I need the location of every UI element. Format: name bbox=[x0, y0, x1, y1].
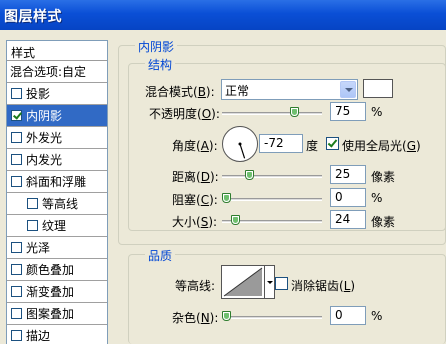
sidebar-item-label: 描边 bbox=[26, 329, 51, 343]
sidebar-item[interactable]: 颜色叠加 bbox=[7, 259, 107, 281]
noise-input[interactable]: 0 bbox=[330, 306, 366, 325]
angle-unit: 度 bbox=[306, 139, 319, 153]
styles-sidebar: 样式 混合选项:自定 投影内阴影外发光内发光斜面和浮雕等高线纹理光泽颜色叠加渐变… bbox=[6, 40, 108, 344]
quality-legend: 品质 bbox=[145, 247, 176, 264]
sidebar-item-checkbox[interactable] bbox=[11, 88, 22, 99]
choke-slider-thumb[interactable] bbox=[222, 193, 231, 203]
window-title: 图层样式 bbox=[0, 0, 446, 30]
shadow-color-swatch[interactable] bbox=[363, 79, 393, 98]
sidebar-item-checkbox[interactable] bbox=[11, 286, 22, 297]
sidebar-item-label: 混合选项:自定 bbox=[10, 65, 87, 79]
size-label: 大小(S): bbox=[172, 215, 218, 229]
opacity-input[interactable]: 75 bbox=[330, 102, 366, 121]
use-global-light-label: 使用全局光(G) bbox=[342, 139, 421, 153]
contour-picker[interactable] bbox=[221, 265, 265, 299]
angle-dial[interactable] bbox=[222, 126, 258, 162]
sidebar-item-checkbox[interactable] bbox=[27, 220, 38, 231]
distance-input[interactable]: 25 bbox=[330, 165, 366, 184]
opacity-slider[interactable] bbox=[222, 107, 322, 117]
sidebar-item-label: 投影 bbox=[26, 87, 51, 101]
use-global-light-checkbox[interactable] bbox=[326, 137, 339, 150]
distance-unit: 像素 bbox=[371, 170, 396, 184]
chevron-down-icon[interactable] bbox=[340, 81, 356, 98]
distance-slider[interactable] bbox=[222, 170, 322, 180]
sidebar-item-label: 纹理 bbox=[42, 219, 67, 233]
choke-input[interactable]: 0 bbox=[330, 188, 366, 207]
sidebar-item-checkbox[interactable] bbox=[11, 330, 22, 341]
noise-slider[interactable] bbox=[222, 311, 322, 321]
sidebar-item[interactable]: 投影 bbox=[7, 83, 107, 105]
noise-slider-thumb[interactable] bbox=[222, 311, 231, 321]
inner-shadow-title: 内阴影 bbox=[135, 38, 178, 55]
contour-dropdown-arrow[interactable] bbox=[265, 265, 275, 299]
sidebar-item-checkbox[interactable] bbox=[27, 198, 38, 209]
sidebar-item-label: 图案叠加 bbox=[26, 307, 75, 321]
size-unit: 像素 bbox=[371, 215, 396, 229]
angle-dial-graphic bbox=[238, 142, 246, 159]
angle-input[interactable]: -72 bbox=[259, 134, 303, 153]
sidebar-item-label: 颜色叠加 bbox=[26, 263, 75, 277]
size-input[interactable]: 24 bbox=[330, 210, 366, 229]
blend-mode-label: 混合模式(B): bbox=[145, 85, 215, 99]
sidebar-item[interactable]: 光泽 bbox=[7, 237, 107, 259]
blend-mode-select[interactable]: 正常 bbox=[221, 79, 358, 100]
size-slider[interactable] bbox=[222, 215, 322, 225]
sidebar-item-checkbox[interactable] bbox=[11, 110, 22, 121]
sidebar-item[interactable]: 描边 bbox=[7, 325, 107, 344]
sidebar-item[interactable]: 渐变叠加 bbox=[7, 281, 107, 303]
sidebar-item-checkbox[interactable] bbox=[11, 176, 22, 187]
choke-slider[interactable] bbox=[222, 193, 322, 203]
choke-unit: % bbox=[371, 191, 383, 205]
distance-slider-thumb[interactable] bbox=[245, 170, 254, 180]
contour-curve-icon bbox=[223, 267, 263, 297]
sidebar-item[interactable]: 纹理 bbox=[7, 215, 107, 237]
sidebar-item-label: 内阴影 bbox=[26, 109, 63, 123]
opacity-unit: % bbox=[371, 105, 383, 119]
sidebar-item-label: 内发光 bbox=[26, 153, 63, 167]
quality-group bbox=[128, 254, 446, 344]
sidebar-item[interactable]: 图案叠加 bbox=[7, 303, 107, 325]
sidebar-item-blend-options[interactable]: 混合选项:自定 bbox=[7, 61, 107, 83]
noise-unit: % bbox=[371, 309, 383, 323]
sidebar-item-label: 斜面和浮雕 bbox=[26, 175, 87, 189]
blend-mode-value: 正常 bbox=[225, 84, 250, 98]
antialias-checkbox[interactable] bbox=[275, 277, 288, 290]
contour-label: 等高线: bbox=[175, 279, 216, 293]
sidebar-item-checkbox[interactable] bbox=[11, 154, 22, 165]
sidebar-item[interactable]: 斜面和浮雕 bbox=[7, 171, 107, 193]
sidebar-item[interactable]: 外发光 bbox=[7, 127, 107, 149]
sidebar-item[interactable]: 内发光 bbox=[7, 149, 107, 171]
styles-header: 样式 bbox=[7, 41, 107, 61]
noise-label: 杂色(N): bbox=[172, 311, 219, 325]
structure-legend: 结构 bbox=[145, 56, 176, 73]
sidebar-item-checkbox[interactable] bbox=[11, 308, 22, 319]
sidebar-item-checkbox[interactable] bbox=[11, 264, 22, 275]
opacity-label: 不透明度(O): bbox=[149, 107, 220, 121]
antialias-label: 消除锯齿(L) bbox=[291, 279, 356, 293]
sidebar-item-label: 等高线 bbox=[42, 197, 79, 211]
sidebar-item-checkbox[interactable] bbox=[11, 242, 22, 253]
sidebar-item-checkbox[interactable] bbox=[11, 132, 22, 143]
sidebar-item-label: 光泽 bbox=[26, 241, 51, 255]
sidebar-item[interactable]: 内阴影 bbox=[7, 105, 107, 127]
opacity-slider-thumb[interactable] bbox=[290, 107, 299, 117]
distance-label: 距离(D): bbox=[172, 170, 219, 184]
sidebar-item[interactable]: 等高线 bbox=[7, 193, 107, 215]
angle-label: 角度(A): bbox=[172, 139, 218, 153]
sidebar-item-label: 外发光 bbox=[26, 131, 63, 145]
sidebar-item-label: 渐变叠加 bbox=[26, 285, 75, 299]
size-slider-thumb[interactable] bbox=[231, 215, 240, 225]
choke-label: 阻塞(C): bbox=[172, 193, 218, 207]
